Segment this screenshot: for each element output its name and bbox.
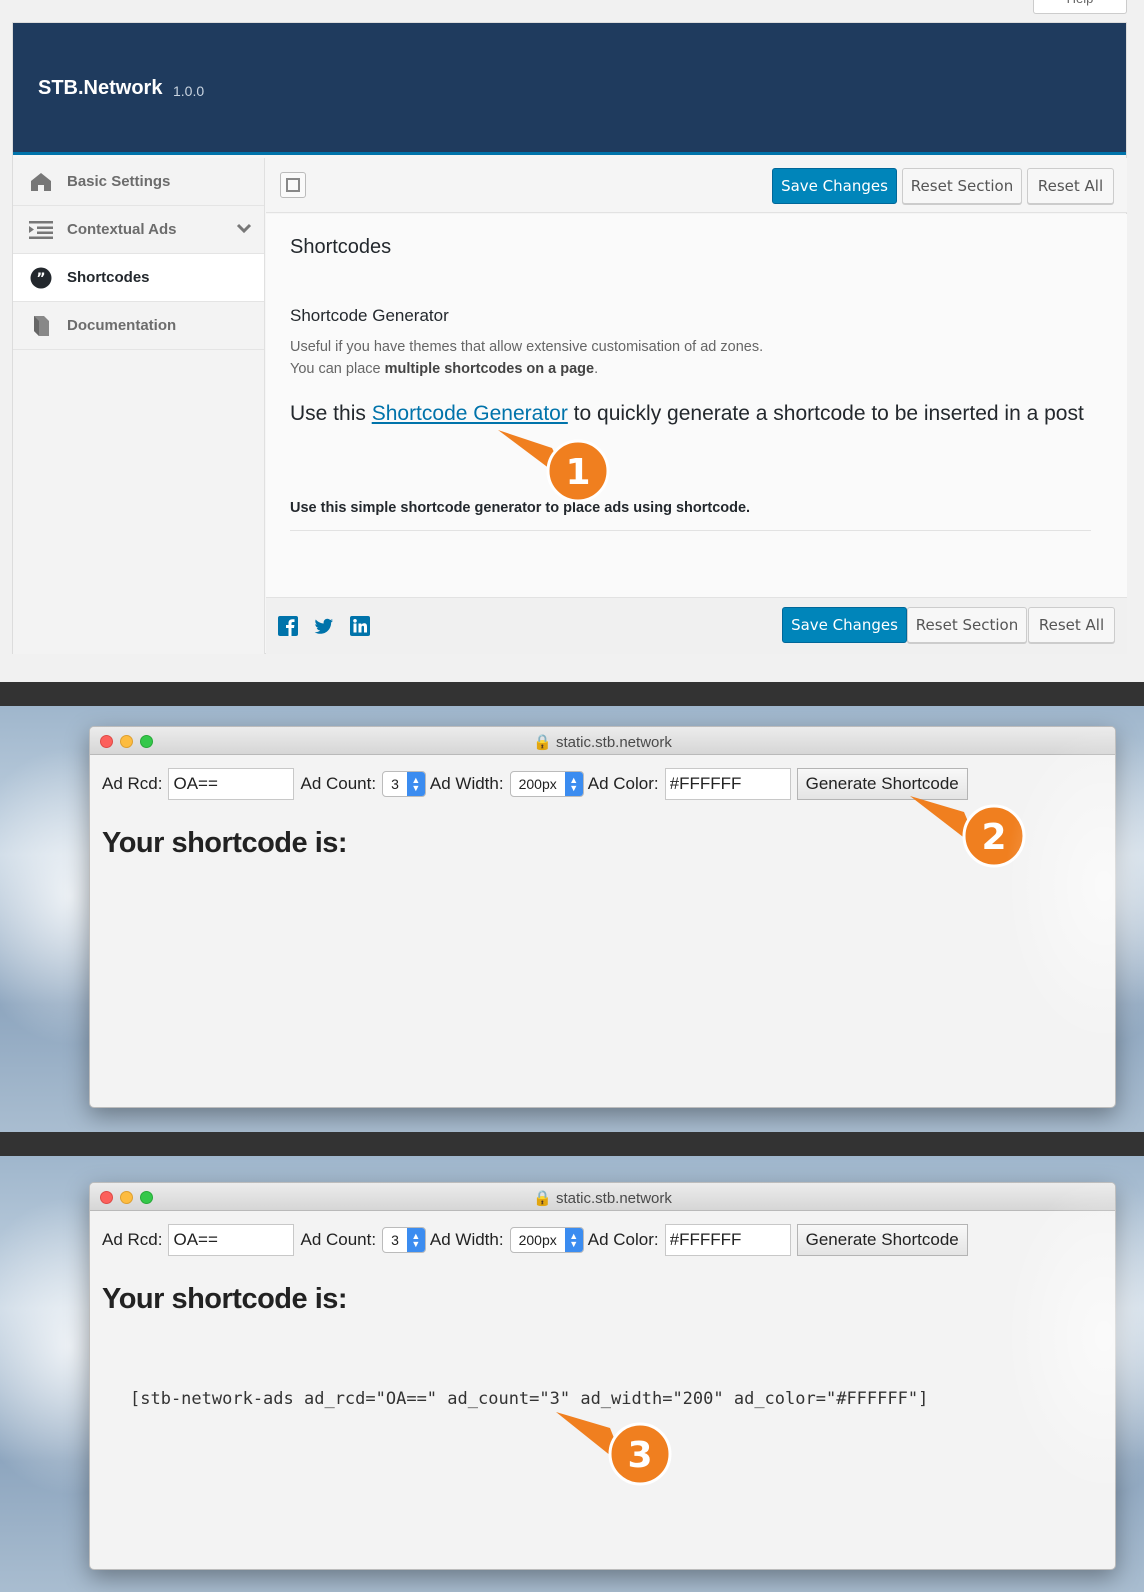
sidebar-item-label: Shortcodes <box>67 269 150 286</box>
sidebar-item-label: Contextual Ads <box>67 221 177 238</box>
ad-color-label: Ad Color: <box>587 1230 659 1249</box>
brand-title: STB.Network <box>38 77 163 99</box>
callout-1: 1 <box>498 430 610 503</box>
description-line-2: You can place multiple shortcodes on a p… <box>290 361 599 377</box>
sidebar-item-shortcodes[interactable]: ” Shortcodes <box>13 254 264 302</box>
ad-color-label: Ad Color: <box>587 774 659 793</box>
reset-section-button-bottom[interactable]: Reset Section <box>907 607 1027 643</box>
reset-all-button-bottom[interactable]: Reset All <box>1028 607 1115 643</box>
select-arrows-icon: ▲ ▼ <box>564 772 583 796</box>
ad-rcd-input[interactable] <box>168 1224 295 1256</box>
section-divider <box>0 1132 1144 1156</box>
generator-form: Ad Rcd: Ad Count: 3▲▼ Ad Width: 200px▲▼ … <box>102 1223 968 1257</box>
browser-window: 🔒 static.stb.network Ad Rcd: Ad Count: 3… <box>89 1182 1116 1570</box>
layout-icon <box>286 178 300 192</box>
ad-count-label: Ad Count: <box>300 774 377 793</box>
ad-color-input[interactable] <box>664 1224 791 1256</box>
callout-2: 2 <box>910 796 1026 868</box>
ad-rcd-input[interactable] <box>168 768 295 800</box>
expand-layout-button[interactable] <box>280 172 306 198</box>
generate-shortcode-button[interactable]: Generate Shortcode <box>796 1224 968 1256</box>
admin-screenshot: Help STB.Network 1.0.0 Basic Settings Co… <box>0 0 1144 682</box>
save-button[interactable]: Save Changes <box>772 168 897 204</box>
address-bar: 🔒 static.stb.network <box>533 1190 672 1207</box>
address-bar: 🔒 static.stb.network <box>533 734 672 751</box>
save-button-bottom[interactable]: Save Changes <box>782 607 907 643</box>
svg-text:”: ” <box>36 271 45 287</box>
settings-panel: STB.Network 1.0.0 Basic Settings Context… <box>12 22 1127 654</box>
shortcode-generator-link[interactable]: Shortcode Generator <box>372 402 568 425</box>
sidebar-item-contextual-ads[interactable]: Contextual Ads <box>13 206 264 254</box>
title-bar: 🔒 static.stb.network <box>90 1183 1115 1211</box>
browser-window: 🔒 static.stb.network Ad Rcd: Ad Count: 3… <box>89 726 1116 1108</box>
quote-icon: ” <box>29 266 53 290</box>
generator-description: Useful if you have themes that allow ext… <box>290 336 763 380</box>
version-label: 1.0.0 <box>173 83 205 99</box>
ad-width-select[interactable]: 200px ▲ ▼ <box>509 1227 584 1253</box>
sidebar-item-label: Basic Settings <box>67 173 171 190</box>
description-line-1: Useful if you have themes that allow ext… <box>290 339 764 355</box>
generator-form: Ad Rcd: Ad Count: 3▲▼ Ad Width: 200px▲▼ … <box>102 767 968 801</box>
ad-rcd-label: Ad Rcd: <box>102 1230 163 1249</box>
sidebar: Basic Settings Contextual Ads ” Shortcod… <box>13 158 265 654</box>
browser-screenshot-1: 🔒 static.stb.network Ad Rcd: Ad Count: 3… <box>0 706 1144 1132</box>
reset-section-button[interactable]: Reset Section <box>902 168 1022 204</box>
generator-title: Shortcode Generator <box>290 306 449 325</box>
ad-width-select[interactable]: 200px ▲ ▼ <box>509 771 584 797</box>
browser-screenshot-2: 🔒 static.stb.network Ad Rcd: Ad Count: 3… <box>0 1156 1144 1592</box>
callout-number: 2 <box>981 817 1006 858</box>
twitter-icon[interactable] <box>314 616 334 636</box>
sidebar-item-documentation[interactable]: Documentation <box>13 302 264 350</box>
section-title: Shortcodes <box>290 236 392 258</box>
linkedin-icon[interactable] <box>350 616 370 636</box>
ad-width-label: Ad Width: <box>429 774 504 793</box>
result-title: Your shortcode is: <box>102 1283 348 1315</box>
chevron-down-icon[interactable] <box>236 222 252 239</box>
sidebar-item-basic-settings[interactable]: Basic Settings <box>13 158 264 206</box>
select-arrows-icon: ▲ ▼ <box>406 1228 425 1252</box>
help-tab[interactable]: Help <box>1033 0 1127 14</box>
select-arrows-icon: ▲ ▼ <box>564 1228 583 1252</box>
home-icon <box>29 170 53 194</box>
reset-all-button[interactable]: Reset All <box>1027 168 1114 204</box>
callout-3: 3 <box>556 1412 672 1486</box>
divider <box>290 530 1091 531</box>
lock-icon: 🔒 <box>533 734 552 751</box>
section-divider <box>0 682 1144 706</box>
generator-intro: Use this Shortcode Generator to quickly … <box>290 402 1084 425</box>
callout-number: 1 <box>565 452 590 493</box>
result-title: Your shortcode is: <box>102 827 348 859</box>
lock-icon: 🔒 <box>533 1190 552 1207</box>
ad-count-label: Ad Count: <box>300 1230 377 1249</box>
book-icon <box>29 314 53 338</box>
callout-number: 3 <box>627 1435 652 1476</box>
sidebar-item-label: Documentation <box>67 317 177 334</box>
content-area: Save Changes Reset Section Reset All Sho… <box>266 158 1127 654</box>
select-arrows-icon: ▲ ▼ <box>406 772 425 796</box>
title-bar: 🔒 static.stb.network <box>90 727 1115 755</box>
ad-width-label: Ad Width: <box>429 1230 504 1249</box>
list-indent-icon <box>29 218 53 242</box>
ad-color-input[interactable] <box>664 768 791 800</box>
main-section: Shortcodes Shortcode Generator Useful if… <box>266 214 1127 597</box>
ad-count-select[interactable]: 3 ▲ ▼ <box>382 1227 426 1253</box>
header-banner: STB.Network 1.0.0 <box>13 23 1126 155</box>
facebook-icon[interactable] <box>278 616 298 636</box>
shortcode-output[interactable]: [stb-network-ads ad_rcd="OA==" ad_count=… <box>130 1389 928 1409</box>
ad-rcd-label: Ad Rcd: <box>102 774 163 793</box>
top-toolbar: Save Changes Reset Section Reset All <box>266 158 1127 213</box>
bottom-toolbar: Save Changes Reset Section Reset All <box>266 597 1127 654</box>
ad-count-select[interactable]: 3 ▲ ▼ <box>382 771 426 797</box>
